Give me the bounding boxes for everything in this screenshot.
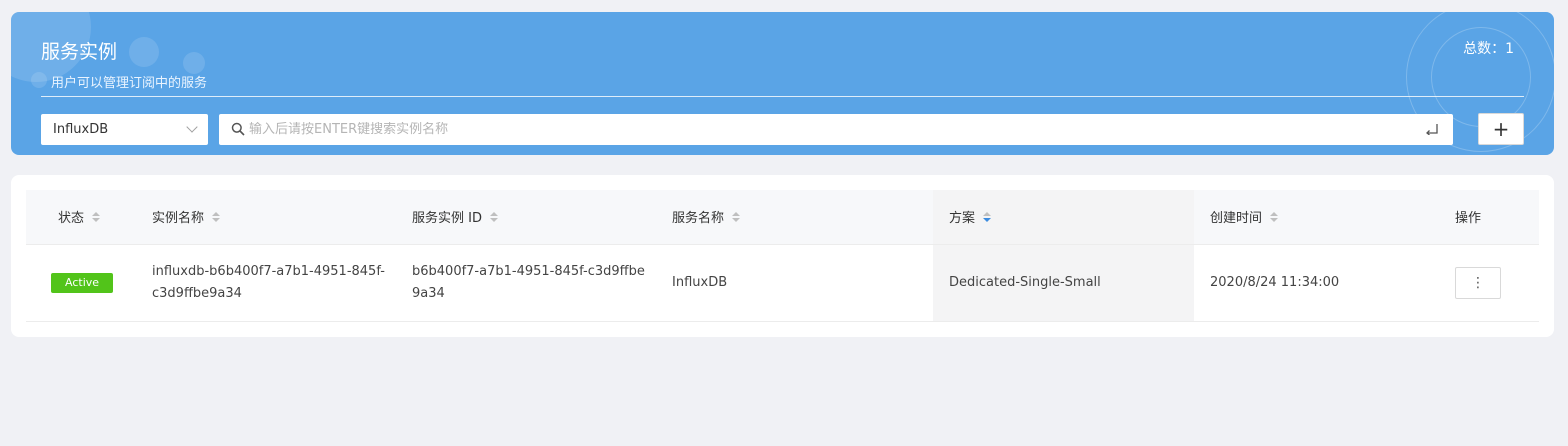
column-label: 操作: [1455, 211, 1482, 227]
column-label: 服务名称: [672, 211, 725, 227]
sort-icon[interactable]: [92, 211, 101, 222]
sort-icon[interactable]: [732, 211, 741, 222]
decor-bubble: [183, 52, 205, 74]
column-header-instance-name[interactable]: 实例名称: [152, 190, 412, 245]
status-badge: Active: [51, 272, 114, 293]
column-label: 实例名称: [152, 211, 205, 227]
instances-card: 状态 实例名称 服务实例 ID 服务名称 方案 创建时间 操作 Active i…: [11, 175, 1554, 337]
sort-icon[interactable]: [212, 211, 221, 222]
status-cell: Active: [26, 244, 152, 322]
search-box[interactable]: [219, 114, 1453, 145]
column-header-service-name[interactable]: 服务名称: [672, 190, 933, 245]
column-header-service-instance-id[interactable]: 服务实例 ID: [412, 190, 672, 245]
column-header-actions: 操作: [1455, 190, 1539, 245]
table-header-row: 状态 实例名称 服务实例 ID 服务名称 方案 创建时间 操作: [26, 190, 1539, 245]
table-row[interactable]: Active influxdb-b6b400f7-a7b1-4951-845f-…: [26, 244, 1539, 322]
column-label: 服务实例 ID: [412, 211, 482, 227]
page-subtitle: 用户可以管理订阅中的服务: [51, 76, 208, 91]
sort-icon[interactable]: [489, 211, 498, 222]
header-divider: [41, 96, 1524, 97]
decor-bubble: [129, 37, 159, 67]
more-vertical-icon: ⋮: [1471, 274, 1485, 291]
page-title: 服务实例: [41, 41, 118, 63]
service-name-cell: InfluxDB: [672, 244, 933, 322]
plan-cell: Dedicated-Single-Small: [933, 244, 1194, 322]
header-banner: 服务实例 用户可以管理订阅中的服务 总数：1 InfluxDB +: [11, 12, 1554, 155]
column-label: 方案: [949, 211, 976, 227]
sort-icon[interactable]: [983, 211, 992, 222]
column-header-status[interactable]: 状态: [26, 190, 152, 245]
column-label: 创建时间: [1210, 211, 1263, 227]
service-instance-id-cell: b6b400f7-a7b1-4951-845f-c3d9ffbe9a34: [412, 244, 672, 322]
add-instance-button[interactable]: +: [1478, 113, 1524, 145]
actions-cell: ⋮: [1455, 244, 1539, 322]
search-input[interactable]: [249, 122, 1399, 137]
sort-icon[interactable]: [1270, 211, 1279, 222]
decor-bubble: [31, 72, 47, 88]
service-type-select[interactable]: InfluxDB: [41, 114, 208, 145]
column-header-created-at[interactable]: 创建时间: [1194, 190, 1455, 245]
column-header-plan[interactable]: 方案: [933, 190, 1194, 245]
enter-icon[interactable]: [1425, 123, 1439, 135]
instance-name-cell: influxdb-b6b400f7-a7b1-4951-845f-c3d9ffb…: [152, 244, 412, 322]
search-icon: [231, 122, 245, 136]
chevron-down-icon: [186, 121, 198, 133]
instances-table: 状态 实例名称 服务实例 ID 服务名称 方案 创建时间 操作 Active i…: [26, 190, 1539, 322]
service-type-value: InfluxDB: [53, 122, 109, 137]
more-actions-button[interactable]: ⋮: [1455, 266, 1501, 299]
total-count: 总数：1: [1463, 41, 1514, 57]
created-at-cell: 2020/8/24 11:34:00: [1194, 244, 1455, 322]
column-label: 状态: [58, 211, 85, 227]
